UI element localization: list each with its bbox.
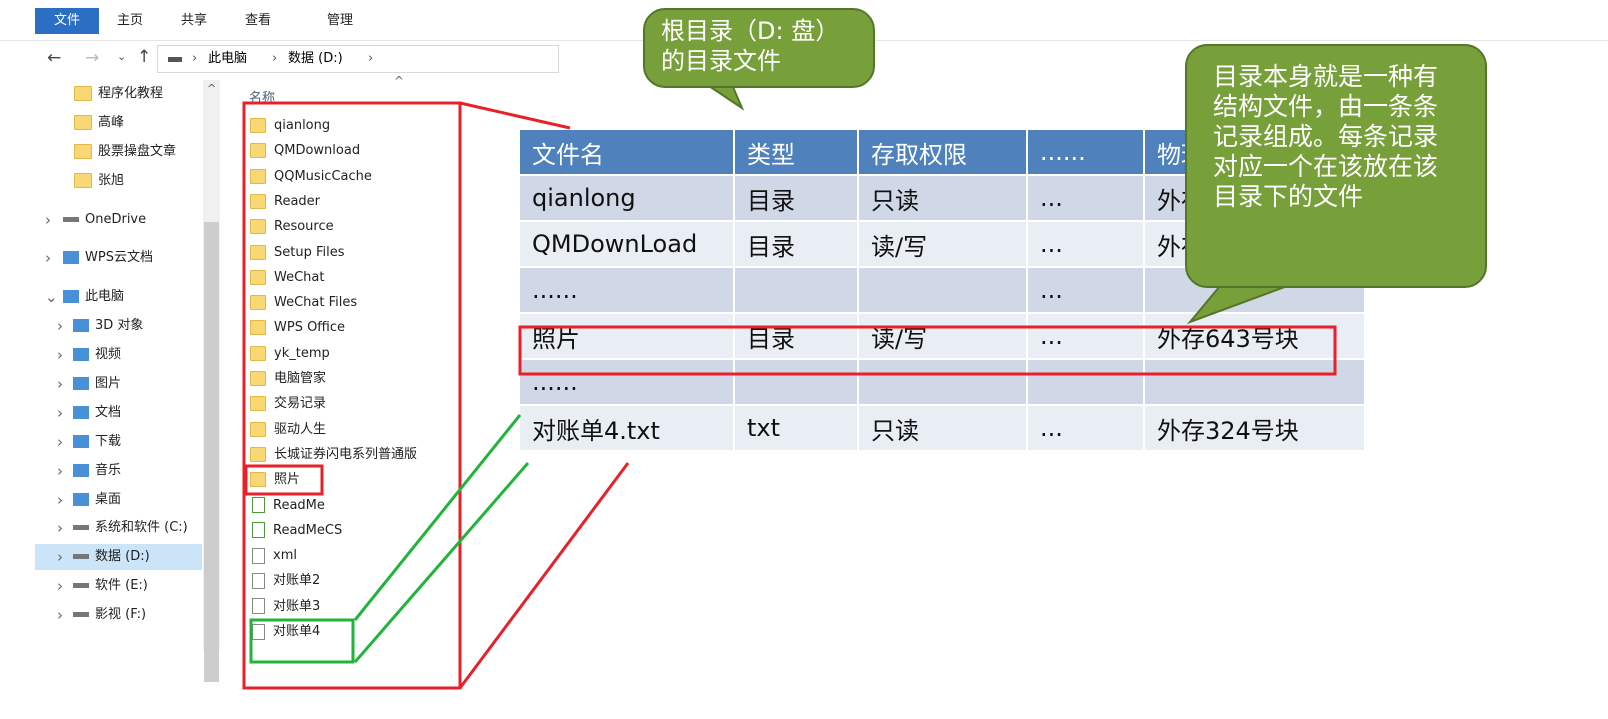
- callout-root-directory: 根目录（D: 盘）的目录文件: [643, 8, 875, 88]
- callout-directory-structure: 目录本身就是一种有结构文件，由一条条记录组成。每条记录对应一个在该放在该目录下的…: [1185, 44, 1487, 288]
- green-connector-top: [353, 414, 522, 621]
- file-list-red-box: [242, 101, 462, 690]
- red-connector-top: [459, 101, 571, 130]
- photo-folder-red-box: [244, 464, 324, 496]
- photo-row-red-box: [518, 325, 1337, 376]
- statement4-green-box: [249, 618, 355, 664]
- red-connector-bottom: [458, 462, 630, 689]
